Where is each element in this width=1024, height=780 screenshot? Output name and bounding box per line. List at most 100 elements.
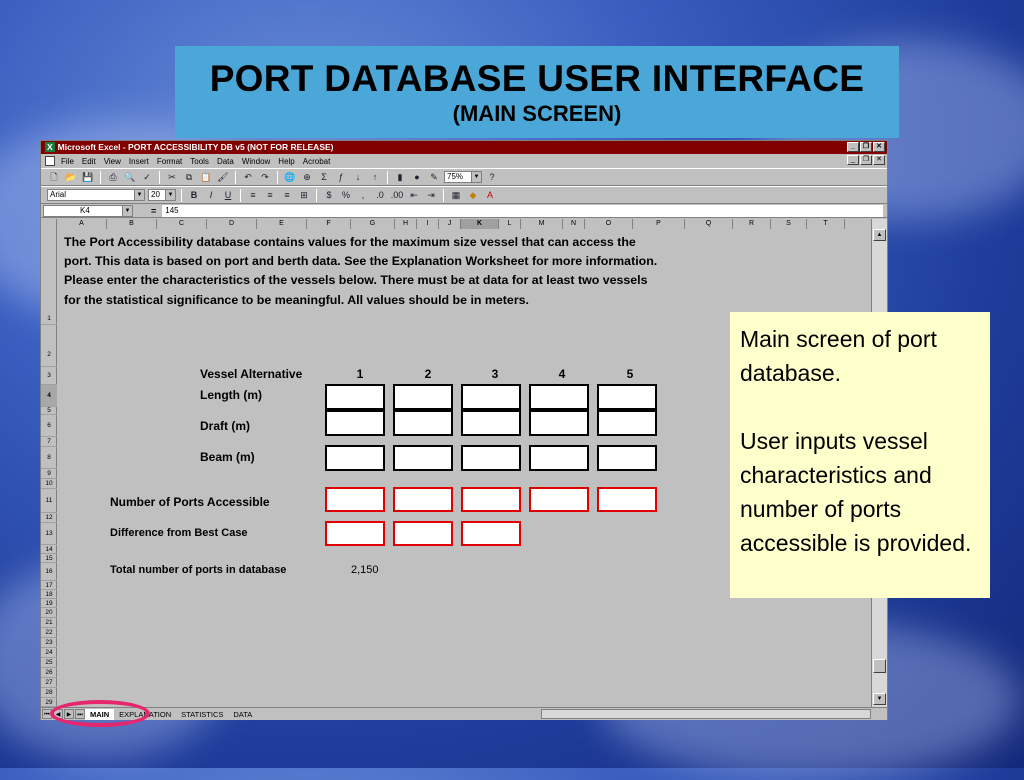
save-icon[interactable]: 💾	[81, 170, 95, 184]
row-header[interactable]: 5	[41, 407, 57, 415]
web-toolbar-icon[interactable]: ⊕	[300, 170, 314, 184]
col-header-r[interactable]: R	[733, 219, 771, 229]
row-header[interactable]: 9	[41, 469, 57, 479]
row-header[interactable]: 3	[41, 367, 57, 385]
col-header-h[interactable]: H	[395, 219, 417, 229]
row-header[interactable]: 20	[41, 608, 57, 618]
row-header[interactable]: 4	[41, 385, 57, 407]
beam-input-2[interactable]	[393, 445, 453, 471]
menu-file[interactable]: File	[61, 157, 74, 166]
map-icon[interactable]: ●	[410, 170, 424, 184]
scroll-thumb[interactable]	[873, 659, 886, 673]
new-icon[interactable]: 🗋	[47, 170, 61, 184]
col-header-m[interactable]: M	[521, 219, 563, 229]
italic-icon[interactable]: I	[204, 188, 218, 202]
draft-input-3[interactable]	[461, 410, 521, 436]
formula-input[interactable]: 145	[162, 204, 883, 217]
print-icon[interactable]: ⎙	[106, 170, 120, 184]
row-header[interactable]: 23	[41, 638, 57, 648]
col-header-q[interactable]: Q	[685, 219, 733, 229]
document-icon[interactable]	[45, 156, 55, 166]
row-header[interactable]: 16	[41, 563, 57, 581]
print-preview-icon[interactable]: 🔍	[123, 170, 137, 184]
draft-input-5[interactable]	[597, 410, 657, 436]
col-header-a[interactable]: A	[57, 219, 107, 229]
font-select[interactable]: Arial ▼	[47, 189, 145, 201]
draft-input-1[interactable]	[325, 410, 385, 436]
row-header[interactable]: 27	[41, 678, 57, 688]
currency-icon[interactable]: $	[322, 188, 336, 202]
col-header-t[interactable]: T	[807, 219, 845, 229]
underline-icon[interactable]: U	[221, 188, 235, 202]
col-header-n[interactable]: N	[563, 219, 585, 229]
row-header[interactable]: 24	[41, 648, 57, 658]
col-header-o[interactable]: O	[585, 219, 633, 229]
function-icon[interactable]: ƒ	[334, 170, 348, 184]
row-header[interactable]: 25	[41, 658, 57, 668]
draft-input-2[interactable]	[393, 410, 453, 436]
length-input-4[interactable]	[529, 384, 589, 410]
col-header-i[interactable]: I	[417, 219, 439, 229]
row-header[interactable]: 17	[41, 581, 57, 590]
bold-icon[interactable]: B	[187, 188, 201, 202]
align-center-icon[interactable]: ≡	[263, 188, 277, 202]
col-header-f[interactable]: F	[307, 219, 351, 229]
col-header-s[interactable]: S	[771, 219, 807, 229]
col-header-l[interactable]: L	[499, 219, 521, 229]
menu-window[interactable]: Window	[242, 157, 270, 166]
length-input-3[interactable]	[461, 384, 521, 410]
length-input-1[interactable]	[325, 384, 385, 410]
tab-statistics[interactable]: STATISTICS	[176, 709, 228, 720]
borders-icon[interactable]: ▦	[449, 188, 463, 202]
col-header-e[interactable]: E	[257, 219, 307, 229]
menu-tools[interactable]: Tools	[190, 157, 209, 166]
select-all-button[interactable]	[41, 219, 57, 229]
beam-input-3[interactable]	[461, 445, 521, 471]
col-header-b[interactable]: B	[107, 219, 157, 229]
decrease-indent-icon[interactable]: ⇤	[407, 188, 421, 202]
row-header[interactable]: 2	[41, 325, 57, 367]
name-box[interactable]: K4 ▼	[43, 204, 133, 217]
row-header[interactable]: 13	[41, 523, 57, 545]
paste-icon[interactable]: 📋	[199, 170, 213, 184]
align-right-icon[interactable]: ≡	[280, 188, 294, 202]
hyperlink-icon[interactable]: 🌐	[283, 170, 297, 184]
spelling-icon[interactable]: ✓	[140, 170, 154, 184]
row-header[interactable]: 21	[41, 618, 57, 628]
horizontal-scrollbar[interactable]	[541, 709, 871, 719]
doc-restore-button[interactable]: ❐	[860, 155, 872, 165]
col-header-p[interactable]: P	[633, 219, 685, 229]
row-header[interactable]: 19	[41, 599, 57, 608]
menu-help[interactable]: Help	[278, 157, 294, 166]
chart-wizard-icon[interactable]: ▮	[393, 170, 407, 184]
col-header-d[interactable]: D	[207, 219, 257, 229]
beam-input-1[interactable]	[325, 445, 385, 471]
close-button[interactable]: ✕	[873, 142, 885, 152]
increase-decimal-icon[interactable]: .0	[373, 188, 387, 202]
menu-format[interactable]: Format	[157, 157, 182, 166]
col-header-k[interactable]: K	[461, 219, 499, 229]
row-header[interactable]: 12	[41, 513, 57, 523]
menu-insert[interactable]: Insert	[129, 157, 149, 166]
row-header[interactable]: 29	[41, 698, 57, 707]
draft-input-4[interactable]	[529, 410, 589, 436]
format-painter-icon[interactable]: 🖌	[216, 170, 230, 184]
row-header[interactable]: 18	[41, 590, 57, 599]
scroll-down-icon[interactable]: ▼	[873, 693, 886, 705]
row-header[interactable]: 22	[41, 628, 57, 638]
font-color-icon[interactable]: A	[483, 188, 497, 202]
row-header[interactable]: 14	[41, 545, 57, 554]
length-input-2[interactable]	[393, 384, 453, 410]
length-input-5[interactable]	[597, 384, 657, 410]
col-header-g[interactable]: G	[351, 219, 395, 229]
row-header[interactable]: 7	[41, 437, 57, 447]
sort-asc-icon[interactable]: ↓	[351, 170, 365, 184]
copy-icon[interactable]: ⧉	[182, 170, 196, 184]
drawing-icon[interactable]: ✎	[427, 170, 441, 184]
restore-button[interactable]: ❐	[860, 142, 872, 152]
percent-icon[interactable]: %	[339, 188, 353, 202]
row-header[interactable]: 6	[41, 415, 57, 437]
tab-data[interactable]: DATA	[228, 709, 257, 720]
row-header[interactable]: 15	[41, 554, 57, 563]
row-header[interactable]: 10	[41, 479, 57, 489]
